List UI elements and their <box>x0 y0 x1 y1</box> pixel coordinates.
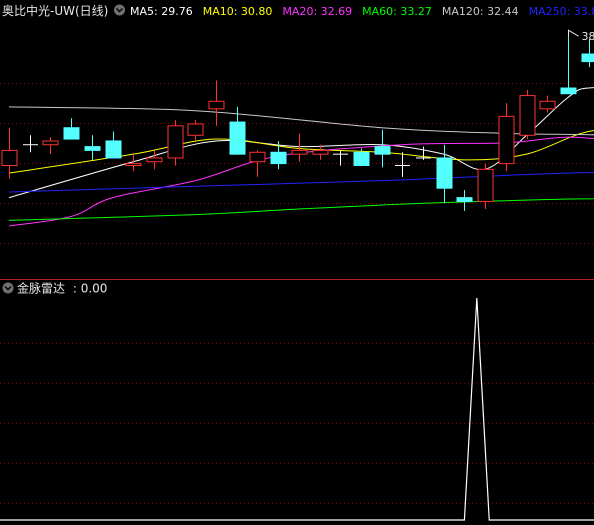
candle <box>560 35 577 95</box>
candle <box>146 150 163 170</box>
candle <box>23 135 38 153</box>
candle-body <box>374 146 391 155</box>
ma-legend: MA5: 29.76 MA10: 30.80 MA20: 32.69 MA60: 33… <box>130 5 594 18</box>
candle-body <box>187 123 204 136</box>
candle-body <box>291 149 308 155</box>
candle <box>456 190 473 211</box>
indicator-line <box>0 297 594 521</box>
candle-body <box>63 127 80 140</box>
candle-body <box>312 149 329 155</box>
indicator-title: 金脉雷达 : 0.00 <box>17 281 107 296</box>
candle <box>519 89 536 140</box>
legend-ma60: MA60: 33.27 <box>362 5 432 18</box>
candle-body <box>42 140 59 146</box>
ma-line-ma60 <box>8 198 594 221</box>
candle <box>208 80 225 126</box>
candle <box>84 135 101 160</box>
candle <box>1 127 18 179</box>
legend-ma250: MA250: 33.82 <box>529 5 594 18</box>
candle <box>395 152 410 177</box>
candle-body <box>84 146 101 151</box>
candle-body <box>477 168 494 202</box>
candle-body <box>581 53 594 63</box>
candle-body <box>105 140 122 159</box>
max-price-marker: 38.20 <box>568 29 594 43</box>
stock-title: 奥比中光-UW(日线) <box>2 3 108 18</box>
candle-body <box>125 163 142 167</box>
candle-body <box>560 87 577 95</box>
legend-ma5: MA5: 29.76 <box>130 5 193 18</box>
candle-body <box>229 121 246 155</box>
legend-ma120: MA120: 32.44 <box>442 5 519 18</box>
candle-body <box>539 100 556 110</box>
chevron-down-icon[interactable] <box>2 282 14 294</box>
candle-body <box>146 157 163 163</box>
candle <box>498 103 515 172</box>
stock-chart: 奥比中光-UW(日线) MA5: 29.76 MA10: 30.80 MA20: 3… <box>0 3 594 521</box>
candle-body <box>249 151 266 163</box>
candle <box>477 163 494 209</box>
candle-body <box>456 197 473 202</box>
indicator-grid <box>0 343 594 504</box>
chevron-down-icon[interactable] <box>114 4 125 16</box>
candle <box>42 137 59 155</box>
candle-body <box>270 151 287 165</box>
candle-body <box>519 95 536 136</box>
candle-body <box>498 115 515 165</box>
candle <box>333 150 348 166</box>
ma-line-ma250 <box>8 171 594 193</box>
legend-ma20: MA20: 32.69 <box>282 5 352 18</box>
candle-body <box>436 157 453 189</box>
candle <box>291 133 308 162</box>
max-price-label: 38.20 <box>582 30 594 43</box>
candle <box>105 131 122 159</box>
indicator-value: : 0.00 <box>73 282 108 296</box>
candle <box>63 118 80 140</box>
candle-body <box>353 151 370 167</box>
indicator-name: 金脉雷达 <box>17 281 65 296</box>
candle-body <box>167 125 184 159</box>
candle-body <box>208 100 225 110</box>
candles <box>1 35 594 211</box>
candle-body <box>1 149 18 167</box>
candle <box>539 95 556 113</box>
candle <box>374 129 391 168</box>
candle <box>167 120 184 166</box>
legend-ma10: MA10: 30.80 <box>203 5 273 18</box>
